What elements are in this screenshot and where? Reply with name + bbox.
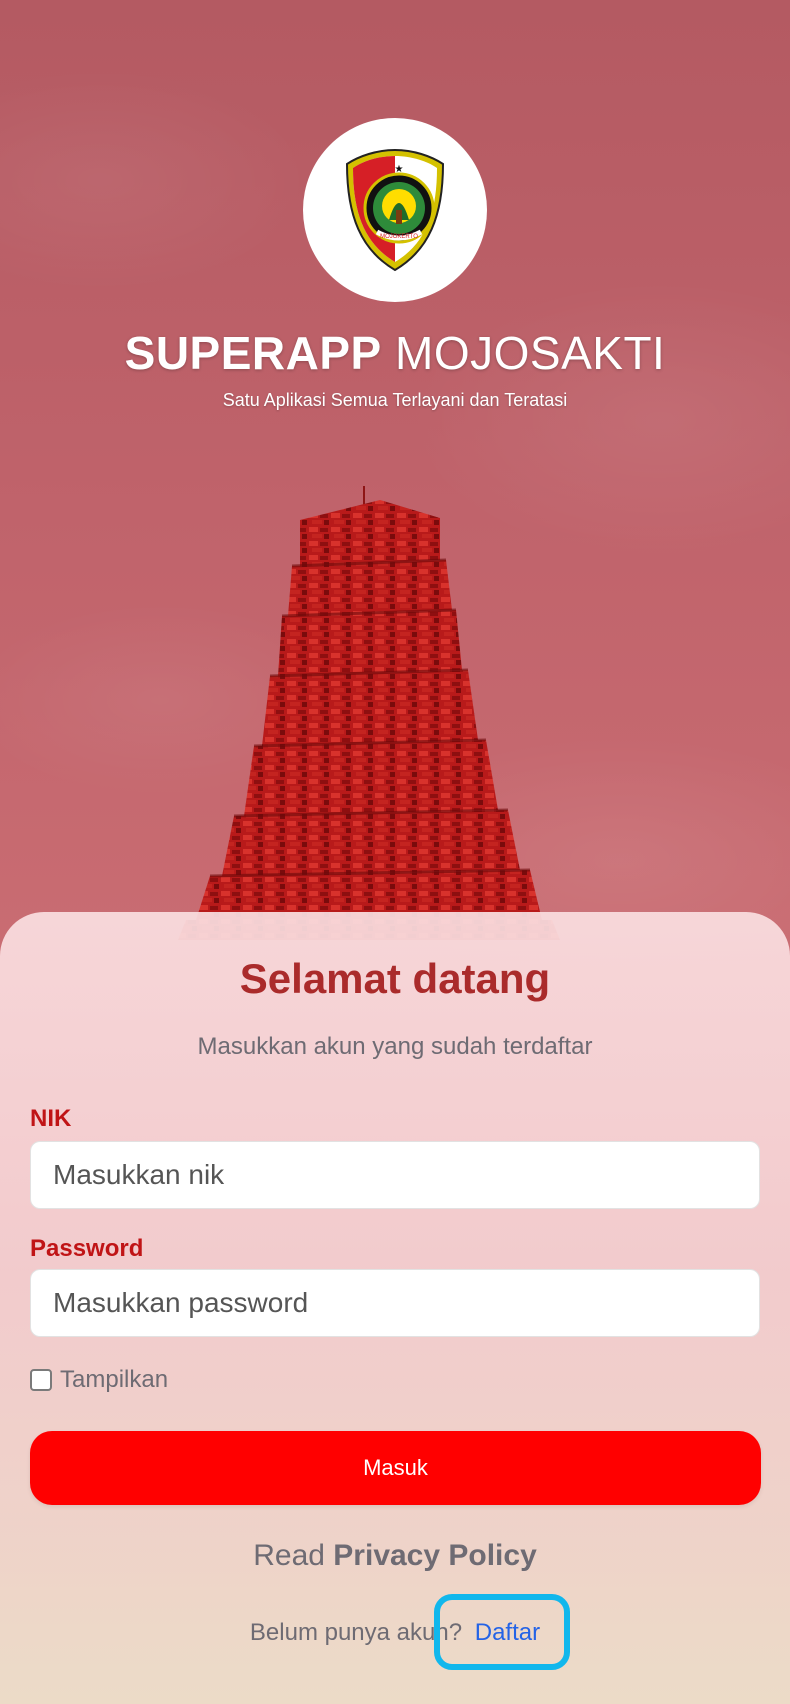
- nik-input[interactable]: [30, 1141, 760, 1209]
- register-prompt: Belum punya akun?: [249, 1619, 463, 1646]
- svg-text:★: ★: [395, 164, 404, 175]
- show-password-checkbox[interactable]: [30, 1369, 52, 1391]
- register-highlight-box: [434, 1594, 570, 1670]
- welcome-heading: Selamat datang: [239, 955, 551, 1002]
- show-password-row[interactable]: Tampilkan: [30, 1366, 168, 1394]
- password-input[interactable]: [30, 1269, 760, 1337]
- nik-label: NIK: [30, 1105, 72, 1132]
- privacy-prefix: Read: [253, 1539, 325, 1572]
- svg-text:MOJOKERTO: MOJOKERTO: [380, 234, 418, 240]
- app-logo: MOJOKERTO ★: [303, 118, 487, 302]
- mojokerto-emblem-icon: MOJOKERTO ★: [345, 148, 445, 272]
- privacy-policy-link[interactable]: Privacy Policy: [333, 1539, 536, 1572]
- app-title: SUPERAPP MOJOSAKTI: [0, 326, 790, 380]
- login-button[interactable]: Masuk: [30, 1431, 761, 1505]
- password-label: Password: [30, 1235, 144, 1262]
- app-title-light: MOJOSAKTI: [395, 327, 666, 379]
- app-tagline: Satu Aplikasi Semua Terlayani dan Terata…: [222, 390, 568, 410]
- app-title-bold: SUPERAPP: [124, 327, 382, 379]
- temple-background-image: [178, 486, 560, 940]
- privacy-policy-text: Read Privacy Policy: [0, 1538, 790, 1574]
- login-subtitle: Masukkan akun yang sudah terdaftar: [197, 1033, 593, 1060]
- register-row: Belum punya akun? Daftar: [0, 1618, 790, 1648]
- show-password-label[interactable]: Tampilkan: [60, 1366, 168, 1394]
